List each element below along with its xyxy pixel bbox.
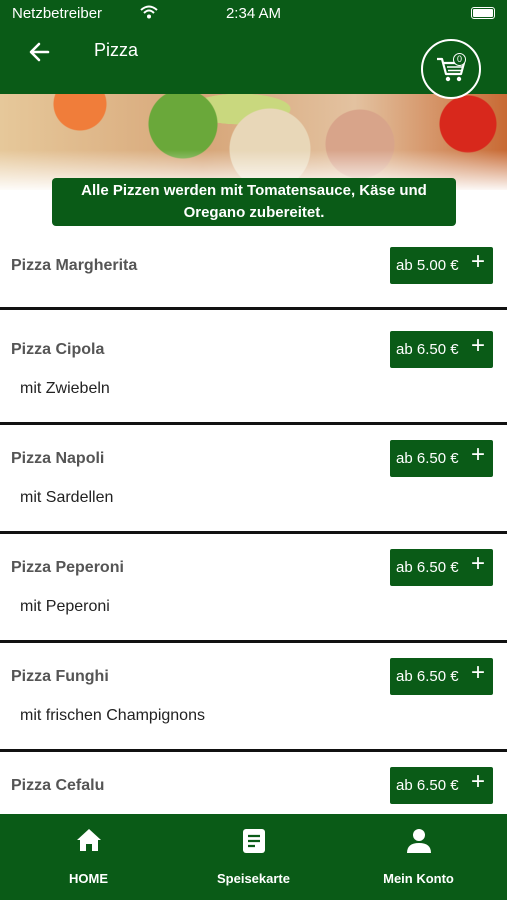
- nav-home[interactable]: HOME: [4, 814, 173, 900]
- item-name: Pizza Napoli: [11, 450, 105, 467]
- item-description: mit frischen Champignons: [20, 707, 205, 724]
- add-to-cart-button[interactable]: ab 6.50 € +: [390, 549, 493, 586]
- cart-button[interactable]: 0: [421, 39, 481, 99]
- cart-count-badge: 0: [453, 53, 466, 66]
- menu-item: Pizza Napoli mit Sardellen ab 6.50 € +: [0, 426, 507, 534]
- add-to-cart-button[interactable]: ab 6.50 € +: [390, 331, 493, 368]
- item-price: ab 6.50 €: [396, 777, 459, 794]
- item-price: ab 5.00 €: [396, 257, 459, 274]
- item-price: ab 6.50 €: [396, 341, 459, 358]
- item-price: ab 6.50 €: [396, 450, 459, 467]
- plus-icon: +: [470, 332, 485, 359]
- menu-card-icon: [242, 829, 265, 853]
- nav-mein-konto[interactable]: Mein Konto: [334, 814, 503, 900]
- back-button[interactable]: [26, 38, 54, 66]
- nav-speisekarte[interactable]: Speisekarte: [169, 814, 338, 900]
- menu-item: Pizza Funghi mit frischen Champignons ab…: [0, 644, 507, 752]
- menu-item: Pizza Cipola mit Zwiebeln ab 6.50 € +: [0, 317, 507, 425]
- menu-list: Pizza Margherita ab 5.00 € + Pizza Cipol…: [0, 238, 507, 833]
- item-description: mit Zwiebeln: [20, 380, 110, 397]
- item-price: ab 6.50 €: [396, 559, 459, 576]
- status-time: 2:34 AM: [225, 5, 282, 22]
- user-icon: [406, 829, 431, 853]
- item-price: ab 6.50 €: [396, 668, 459, 685]
- status-bar: Netzbetreiber 2:34 AM: [0, 0, 507, 26]
- plus-icon: +: [470, 441, 485, 468]
- item-description: mit Peperoni: [20, 598, 110, 615]
- plus-icon: +: [470, 768, 485, 795]
- nav-mein-konto-label: Mein Konto: [383, 871, 454, 886]
- home-icon: [76, 829, 101, 851]
- item-description: mit Sardellen: [20, 489, 114, 506]
- add-to-cart-button[interactable]: ab 5.00 € +: [390, 247, 493, 284]
- pizza-banner-image: [0, 94, 507, 190]
- add-to-cart-button[interactable]: ab 6.50 € +: [390, 440, 493, 477]
- item-name: Pizza Cefalu: [11, 777, 105, 794]
- item-name: Pizza Cipola: [11, 341, 105, 358]
- add-to-cart-button[interactable]: ab 6.50 € +: [390, 658, 493, 695]
- nav-speisekarte-label: Speisekarte: [217, 871, 290, 886]
- menu-item: Pizza Peperoni mit Peperoni ab 6.50 € +: [0, 535, 507, 643]
- plus-icon: +: [470, 550, 485, 577]
- item-name: Pizza Funghi: [11, 668, 109, 685]
- plus-icon: +: [470, 248, 485, 275]
- info-notice: Alle Pizzen werden mit Tomatensauce, Käs…: [52, 178, 456, 226]
- nav-home-label: HOME: [69, 871, 108, 886]
- page-title: Pizza: [94, 40, 139, 60]
- item-name: Pizza Margherita: [11, 257, 138, 274]
- menu-item: Pizza Margherita ab 5.00 € +: [0, 238, 507, 310]
- arrow-left-icon: [29, 42, 50, 62]
- item-name: Pizza Peperoni: [11, 559, 124, 576]
- battery-icon: [471, 7, 495, 19]
- add-to-cart-button[interactable]: ab 6.50 € +: [390, 767, 493, 804]
- bottom-navigation: HOME Speisekarte Mein Konto: [0, 814, 507, 900]
- plus-icon: +: [470, 659, 485, 686]
